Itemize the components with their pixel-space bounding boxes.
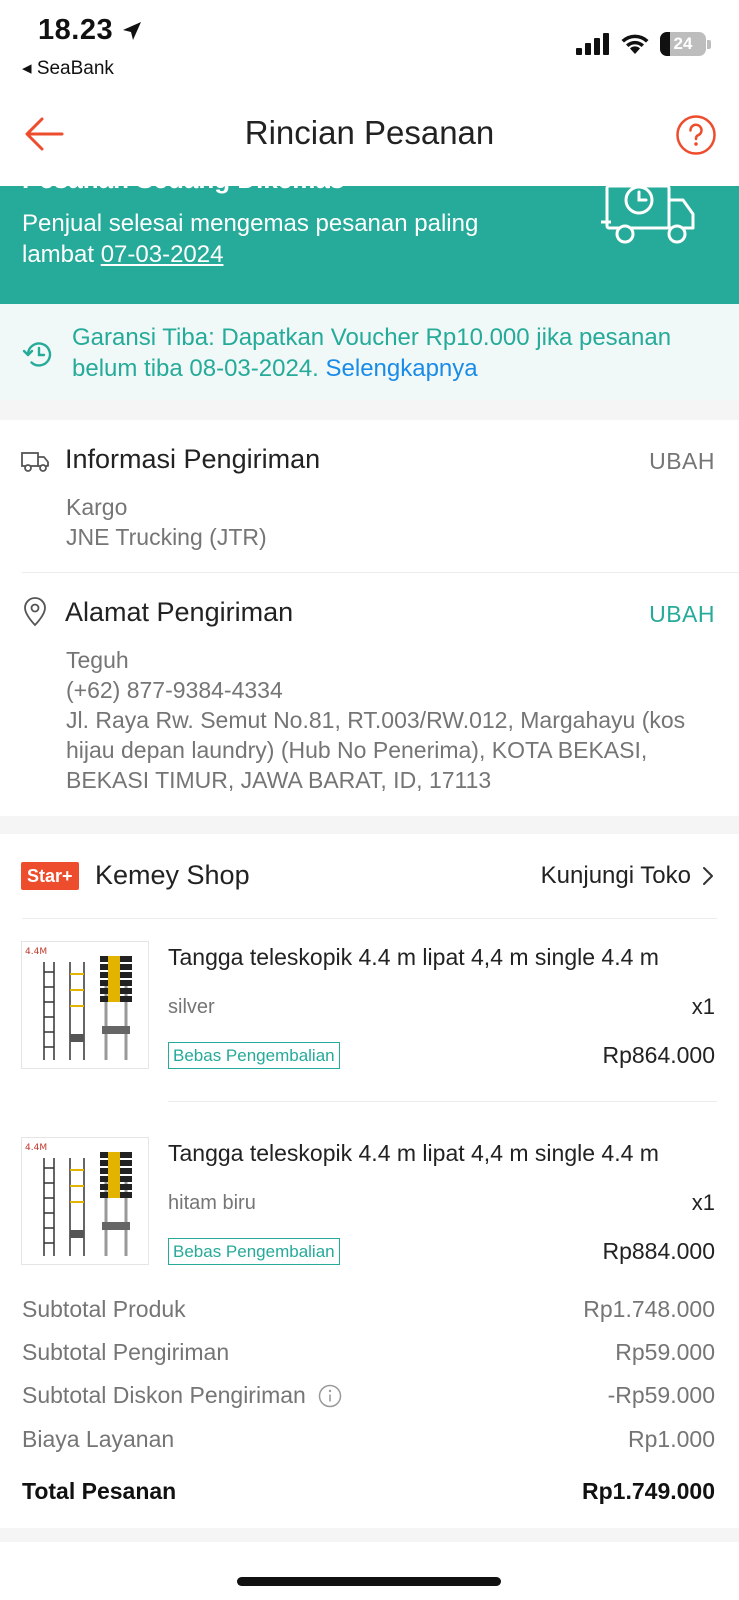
ladder-product-icon: 4.4M [25,1143,132,1256]
free-return-badge: Bebas Pengembalian [168,1042,340,1069]
shipping-type: Kargo [66,494,128,520]
service-fee-row: Biaya Layanan Rp1.000 [22,1426,715,1456]
recipient-name: Teguh [66,647,129,673]
address-details: Teguh (+62) 877-9384-4334 Jl. Raya Rw. S… [66,645,706,795]
guarantee-details-link[interactable]: Selengkapnya [326,355,478,382]
shipping-info-section: Informasi Pengiriman UBAH Kargo JNE Truc… [0,420,739,572]
address-title: Alamat Pengiriman [65,597,294,627]
recipient-address: Jl. Raya Rw. Semut No.81, RT.003/RW.012,… [66,707,686,793]
product-name[interactable]: Tangga teleskopik 4.4 m lipat 4,4 m sing… [168,1140,716,1167]
subtotal-shipping-label: Subtotal Pengiriman [22,1339,230,1365]
order-status-banner: Pesanan Sedang Dikemas Penjual selesai m… [0,186,739,304]
status-bar: 18.23 ◂ SeaBank 24 [0,0,739,90]
shipping-info-details: Kargo JNE Trucking (JTR) [66,492,706,552]
delivery-guarantee-notice[interactable]: Garansi Tiba: Dapatkan Voucher Rp10.000 … [0,304,739,400]
visit-shop-button[interactable]: Kunjungi Toko [541,862,715,890]
shipping-discount-label: Subtotal Diskon Pengiriman [22,1382,306,1408]
subtotal-product-value: Rp1.748.000 [583,1296,715,1322]
location-arrow-icon [123,22,141,40]
address-change-button[interactable]: UBAH [649,601,715,628]
banner-text-body: Penjual selesai mengemas pesanan paling … [22,210,479,268]
product-image-label: 4.4M [25,1143,47,1153]
clock-history-icon [22,342,52,367]
section-gap [0,816,739,834]
subtotal-shipping-row: Subtotal Pengiriman Rp59.000 [22,1339,715,1369]
signal-icon [576,33,609,55]
help-icon[interactable] [675,114,717,156]
product-image-label: 4.4M [25,947,47,957]
product-price: Rp884.000 [602,1238,715,1264]
order-total-value: Rp1.749.000 [582,1478,715,1504]
info-icon[interactable] [318,1384,342,1408]
divider [22,918,717,919]
service-fee-value: Rp1.000 [628,1426,715,1452]
visit-shop-label: Kunjungi Toko [540,862,691,889]
status-time: 18.23 [38,14,114,46]
product-name[interactable]: Tangga teleskopik 4.4 m lipat 4,4 m sing… [168,944,716,971]
order-total-label: Total Pesanan [22,1478,177,1504]
location-pin-icon [24,597,46,627]
order-total-row: Total Pesanan Rp1.749.000 [22,1478,715,1510]
product-image[interactable]: 4.4M [21,941,149,1069]
recipient-phone: (+62) 877-9384-4334 [66,677,283,703]
product-quantity: x1 [691,1190,715,1215]
product-variant: silver [168,996,215,1018]
battery-level: 24 [673,34,693,53]
product-variant: hitam biru [168,1192,256,1214]
service-fee-label: Biaya Layanan [22,1426,175,1452]
divider [168,1101,717,1102]
page-title: Rincian Pesanan [244,114,495,151]
free-return-badge: Bebas Pengembalian [168,1238,340,1265]
shipping-address-section: Alamat Pengiriman UBAH Teguh (+62) 877-9… [0,573,739,816]
subtotal-shipping-value: Rp59.000 [615,1339,715,1365]
app-header: Rincian Pesanan [0,90,739,186]
subtotal-product-row: Subtotal Produk Rp1.748.000 [22,1296,715,1326]
ladder-product-icon: 4.4M [25,947,132,1060]
shipping-info-change-button[interactable]: UBAH [649,448,715,475]
guarantee-text: Garansi Tiba: Dapatkan Voucher Rp10.000 … [72,322,722,384]
truck-icon [21,452,49,472]
subtotal-product-label: Subtotal Produk [22,1296,186,1322]
product-quantity: x1 [691,994,715,1019]
wifi-icon [621,34,649,54]
star-plus-badge: Star+ [21,862,79,890]
shipping-discount-value: -Rp59.000 [607,1382,715,1408]
status-icons: 24 [576,30,711,58]
banner-text: Penjual selesai mengemas pesanan paling … [22,208,542,270]
battery-icon: 24 [660,32,706,56]
banner-title: Pesanan Sedang Dikemas [22,186,344,195]
shipping-discount-label-group: Subtotal Diskon Pengiriman [22,1382,342,1409]
shipping-courier: JNE Trucking (JTR) [66,524,267,550]
product-image[interactable]: 4.4M [21,1137,149,1265]
section-gap [0,1528,739,1542]
chevron-right-icon [703,867,713,885]
back-to-app-link[interactable]: ◂ SeaBank [22,57,114,80]
delivery-truck-clock-icon [601,186,695,244]
shipping-info-title: Informasi Pengiriman [65,444,321,474]
home-indicator[interactable] [237,1577,501,1586]
banner-deadline-date: 07-03-2024 [100,241,224,268]
shipping-discount-row: Subtotal Diskon Pengiriman -Rp59.000 [22,1382,715,1412]
shop-name[interactable]: Kemey Shop [95,860,250,891]
section-gap [0,400,739,420]
product-price: Rp864.000 [602,1042,715,1068]
